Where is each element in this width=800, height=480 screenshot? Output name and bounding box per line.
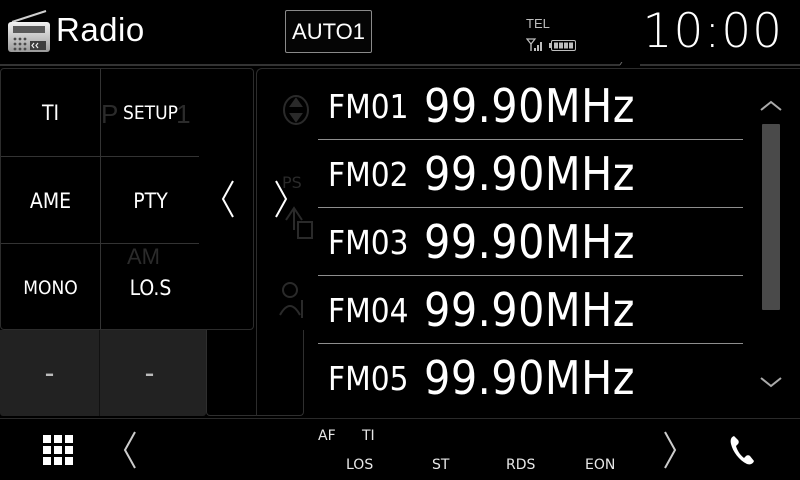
ti-indicator: TI: [362, 428, 375, 444]
quick-slot-2[interactable]: -: [100, 330, 199, 416]
mono-button[interactable]: MONO: [1, 244, 100, 329]
row-separator: [318, 275, 743, 276]
st-indicator: ST: [432, 457, 450, 473]
los-button[interactable]: LO.S: [101, 244, 200, 329]
clock: 10:00: [642, 4, 783, 59]
svg-text:PS: PS: [282, 173, 302, 192]
preset-band-label: FM05: [328, 358, 409, 398]
preset-band-label: FM01: [328, 86, 409, 126]
chevron-left-icon: [221, 180, 234, 218]
setup-button[interactable]: SETUP: [101, 69, 200, 156]
header-bar: Radio AUTO1 TEL 10:00: [0, 0, 800, 66]
row-separator: [318, 139, 743, 140]
preset-row-3[interactable]: FM03 99.90MHz: [318, 209, 744, 275]
chevron-up-icon: [760, 100, 782, 111]
row-separator: [318, 343, 743, 344]
quick-slots: - -: [0, 330, 206, 416]
footer-prev-icon[interactable]: [120, 428, 140, 472]
seek-mode-button[interactable]: AUTO1: [285, 10, 372, 53]
preset-frequency: 99.90MHz: [424, 215, 635, 269]
preset-row-4[interactable]: FM04 99.90MHz: [318, 277, 744, 343]
rds-indicator: RDS: [506, 457, 536, 473]
preset-band-label: FM02: [328, 154, 409, 194]
scroll-down-button[interactable]: [756, 370, 786, 394]
preset-frequency: 99.90MHz: [424, 351, 635, 405]
app-title: Radio: [56, 11, 145, 48]
page-prev-button[interactable]: [203, 68, 253, 330]
preset-row-2[interactable]: FM02 99.90MHz: [318, 141, 744, 207]
battery-icon: [549, 40, 576, 51]
chevron-down-icon: [760, 377, 782, 388]
ti-button[interactable]: TI: [1, 69, 100, 156]
quick-slot-1[interactable]: -: [0, 330, 99, 416]
preset-band-label: FM04: [328, 290, 409, 330]
preset-band-label: FM03: [328, 222, 409, 262]
faint-side-icons: PS: [279, 95, 313, 318]
ame-button[interactable]: AME: [1, 157, 100, 244]
control-grid: P 1 AM TI SETUP AME PTY MONO LO.S: [1, 69, 200, 329]
tel-label: TEL: [526, 16, 550, 31]
los-indicator: LOS: [346, 457, 374, 473]
footer-next-icon[interactable]: [660, 428, 680, 472]
preset-frequency: 99.90MHz: [424, 147, 635, 201]
preset-row-5[interactable]: FM05 99.90MHz: [318, 345, 744, 411]
radio-icon[interactable]: [6, 8, 52, 54]
scroll-up-button[interactable]: [756, 94, 786, 118]
signal-bars-icon: [526, 38, 542, 51]
af-indicator: AF: [318, 428, 336, 444]
preset-frequency: 99.90MHz: [424, 283, 635, 337]
row-separator: [318, 207, 743, 208]
grid-menu-icon[interactable]: [42, 434, 74, 466]
preset-frequency: 99.90MHz: [424, 79, 635, 133]
pty-button[interactable]: PTY: [101, 157, 200, 244]
eon-indicator: EON: [585, 457, 616, 473]
scrollbar-thumb[interactable]: [762, 124, 780, 310]
phone-icon[interactable]: [728, 434, 756, 466]
preset-row-1[interactable]: FM01 99.90MHz: [318, 73, 744, 139]
